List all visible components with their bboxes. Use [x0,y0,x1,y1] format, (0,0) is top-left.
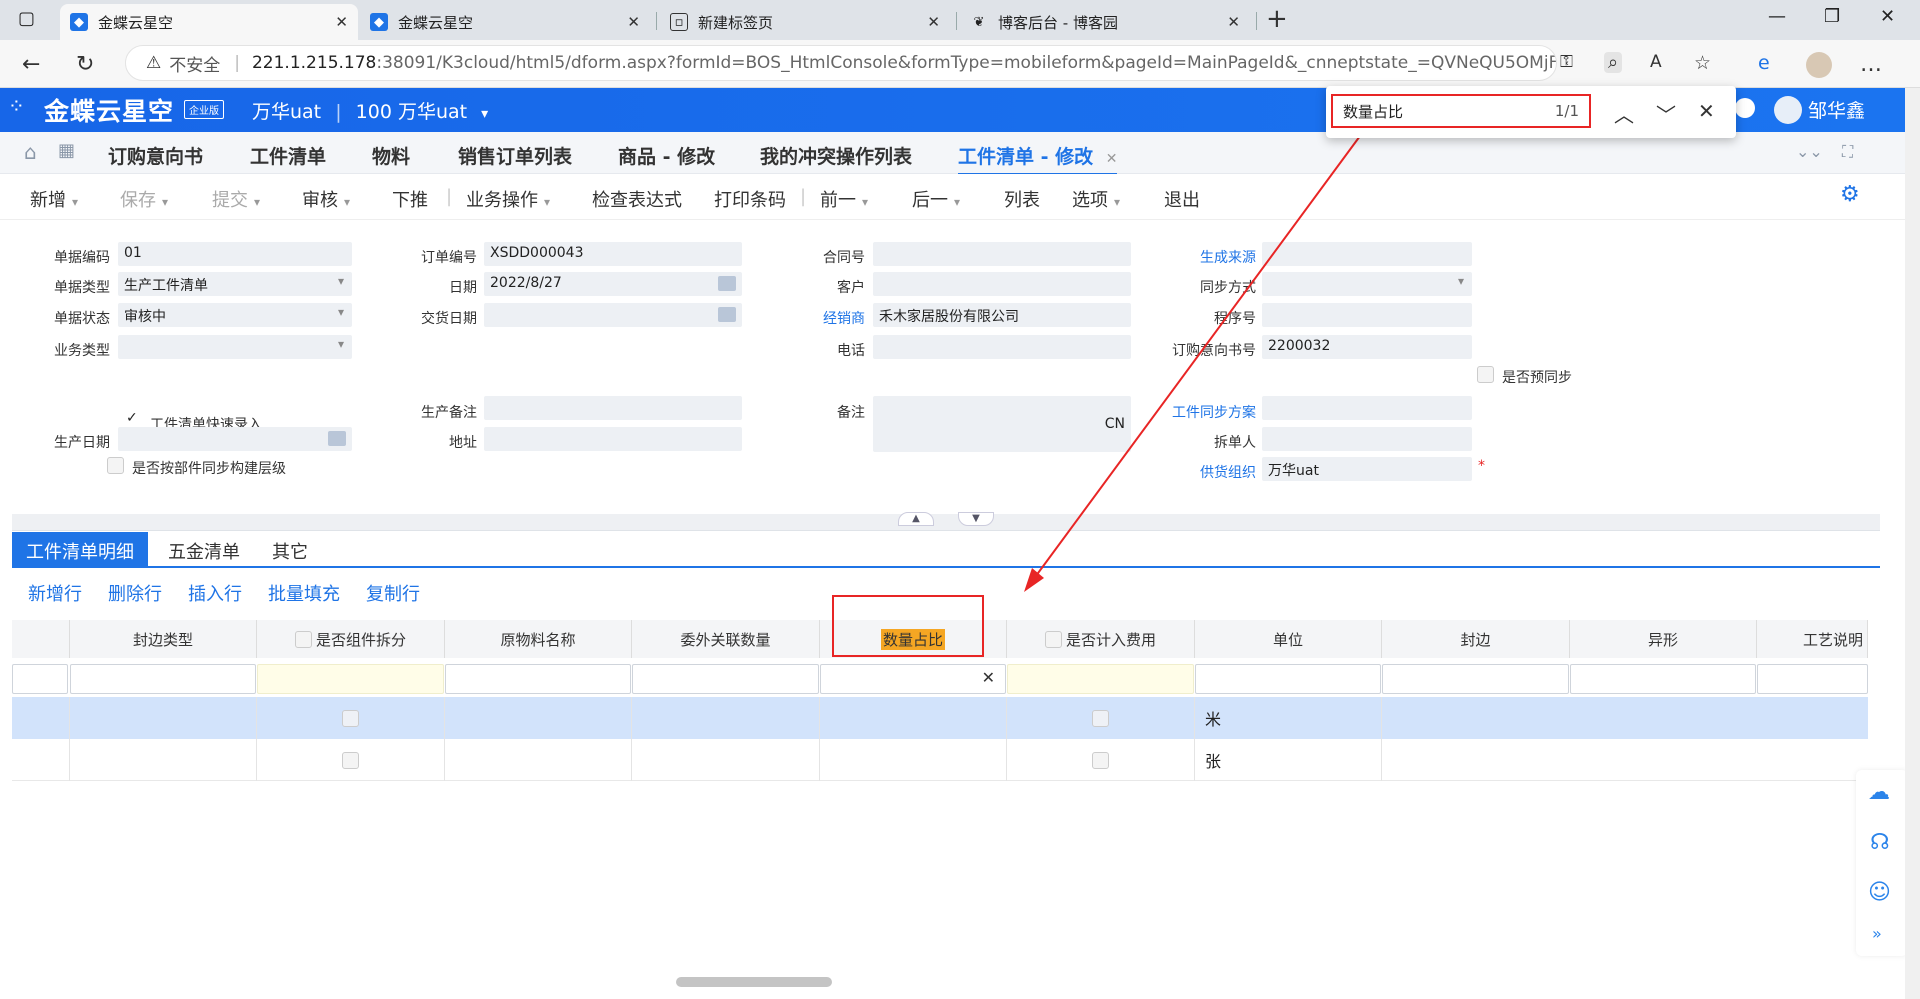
find-input[interactable]: 数量占比 1/1 [1331,94,1591,128]
find-bar: 数量占比 1/1 ︿ ﹀ ✕ [1326,86,1736,138]
find-count: 1/1 [1554,102,1579,120]
find-query: 数量占比 [1343,102,1404,121]
chevron-up-icon[interactable]: ︿ [1614,99,1634,128]
annotation-arrow [1024,135,1361,592]
close-icon[interactable]: ✕ [1698,99,1715,123]
chevron-down-icon[interactable]: ﹀ [1656,99,1676,128]
